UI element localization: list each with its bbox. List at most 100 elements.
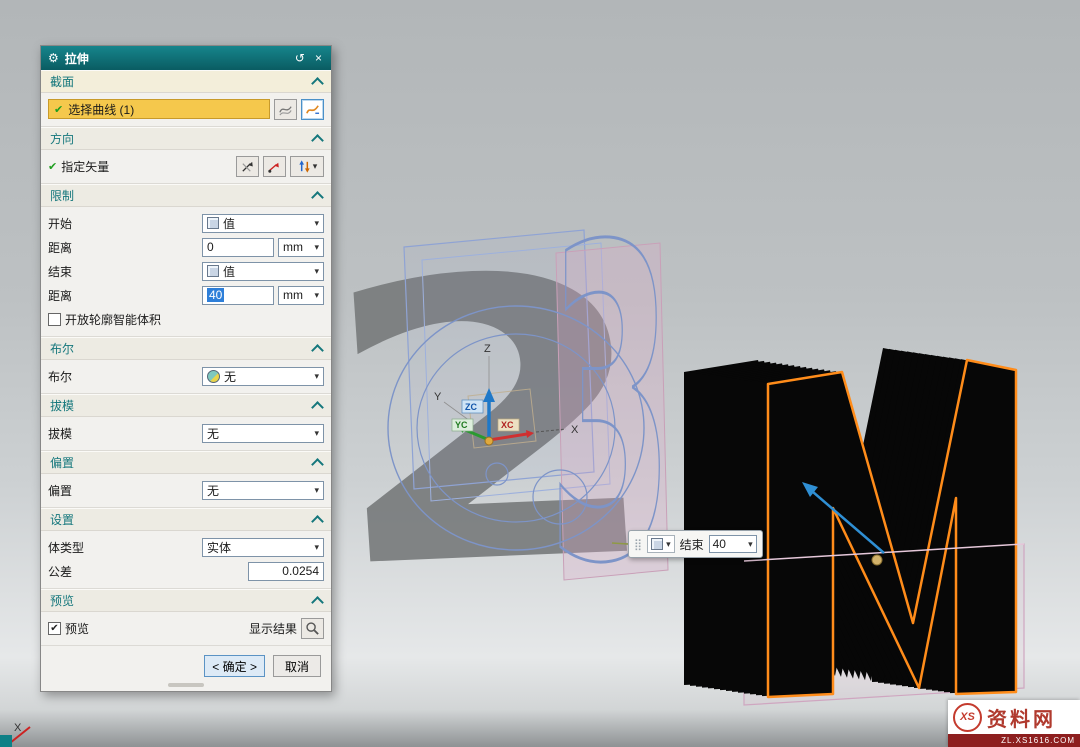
reverse-direction-icon	[297, 159, 312, 174]
boolean-group-header[interactable]: 布尔	[41, 337, 331, 360]
zc-axis-chip: ZC	[465, 402, 477, 412]
settings-group-header[interactable]: 设置	[41, 508, 331, 531]
start-label: 开始	[48, 215, 198, 232]
chevron-down-icon: ▾	[314, 290, 319, 301]
chevron-down-icon: ▾	[314, 242, 319, 253]
draft-label: 拔模	[48, 425, 198, 442]
show-result-button[interactable]	[301, 618, 324, 639]
section-group-header[interactable]: 截面	[41, 70, 331, 93]
chevron-down-icon: ▾	[314, 371, 319, 382]
end-label: 结束	[48, 263, 198, 280]
corner-teal-square	[0, 735, 12, 747]
boolean-dropdown[interactable]: 无 ▾	[202, 367, 324, 386]
curves-icon	[278, 102, 293, 117]
start-distance-input[interactable]: 0	[202, 238, 274, 257]
preview-group-header[interactable]: 预览	[41, 589, 331, 612]
chevron-up-icon	[311, 344, 324, 357]
body-type-dropdown[interactable]: 实体 ▾	[202, 538, 324, 557]
end-unit-dropdown[interactable]: mm ▾	[278, 286, 324, 305]
draft-group: 拔模 拔模 无 ▾	[41, 394, 331, 451]
z-axis-label: Z	[484, 343, 491, 355]
direction-group-header[interactable]: 方向	[41, 127, 331, 150]
gear-icon: ⚙	[48, 51, 59, 65]
chevron-down-icon: ▾	[314, 266, 319, 277]
chevron-up-icon	[311, 77, 324, 90]
boolean-group: 布尔 布尔 无 ▾	[41, 337, 331, 394]
watermark-url: ZL.XS1616.COM	[948, 734, 1080, 747]
value-mode-icon	[207, 265, 219, 277]
origin-handle[interactable]	[485, 437, 493, 445]
show-result-label: 显示结果	[249, 620, 297, 637]
chevron-down-icon: ▾	[314, 218, 319, 229]
end-label: 结束	[680, 536, 704, 553]
settings-group: 设置 体类型 实体 ▾ 公差 0.0254	[41, 508, 331, 589]
reset-icon[interactable]: ↺	[293, 51, 307, 65]
chevron-down-icon: ▾	[314, 485, 319, 496]
preview-checkbox[interactable]: ✔	[48, 622, 61, 635]
offset-dropdown[interactable]: 无 ▾	[202, 481, 324, 500]
chevron-down-icon: ▾	[748, 539, 753, 550]
value-mode-icon	[207, 217, 219, 229]
distance-drag-handle[interactable]	[872, 555, 882, 565]
offset-group: 偏置 偏置 无 ▾	[41, 451, 331, 508]
yc-axis-chip: YC	[455, 420, 468, 430]
reverse-direction-button[interactable]: ▾	[290, 156, 324, 177]
value-mode-icon	[651, 538, 663, 550]
section-group: 截面 ✔ 选择曲线 (1)	[41, 70, 331, 127]
chevron-up-icon	[311, 458, 324, 471]
curve-rule-button[interactable]	[301, 99, 324, 120]
curve-collector-button[interactable]	[274, 99, 297, 120]
magnifier-icon	[305, 621, 320, 636]
end-mode-dropdown[interactable]: ▾	[647, 535, 675, 553]
dialog-resize-handle[interactable]	[168, 683, 204, 687]
preview-label: 预览	[65, 620, 89, 637]
end-distance-onscreen-input[interactable]: 40 ▾	[709, 535, 757, 553]
limits-group: 限制 开始 值 ▾ 距离 0 mm ▾	[41, 184, 331, 337]
chevron-up-icon	[311, 596, 324, 609]
check-icon: ✔	[54, 103, 63, 116]
limits-group-header[interactable]: 限制	[41, 184, 331, 207]
offset-label: 偏置	[48, 482, 198, 499]
view-orientation-corner: X	[0, 722, 30, 747]
chevron-up-icon	[311, 515, 324, 528]
chevron-down-icon: ▾	[314, 428, 319, 439]
start-distance-label: 距离	[48, 239, 198, 256]
start-unit-dropdown[interactable]: mm ▾	[278, 238, 324, 257]
point-arrow-icon	[267, 159, 282, 174]
tolerance-input[interactable]: 0.0254	[248, 562, 324, 581]
y-axis-label: Y	[434, 391, 442, 403]
boolean-label: 布尔	[48, 368, 198, 385]
draft-group-header[interactable]: 拔模	[41, 394, 331, 417]
chevron-down-icon: ▾	[666, 539, 671, 550]
draft-dropdown[interactable]: 无 ▾	[202, 424, 324, 443]
cancel-button[interactable]: 取消	[273, 655, 321, 677]
point-dialog-button[interactable]	[263, 156, 286, 177]
preview-group: 预览 ✔ 预览 显示结果	[41, 589, 331, 646]
chevron-down-icon: ▾	[313, 161, 318, 172]
drag-grip-icon[interactable]: ⣿	[634, 538, 642, 551]
end-distance-input[interactable]: 40	[202, 286, 274, 305]
boolean-none-icon	[207, 370, 220, 383]
close-icon[interactable]: ×	[313, 51, 324, 65]
ok-button[interactable]: < 确定 >	[204, 655, 265, 677]
open-profile-label: 开放轮廓智能体积	[65, 311, 324, 328]
specify-vector-label: 指定矢量	[61, 158, 232, 175]
extrude-dialog: ⚙ 拉伸 ↺ × 截面 ✔ 选择曲线 (1)	[40, 45, 332, 692]
start-option-dropdown[interactable]: 值 ▾	[202, 214, 324, 233]
open-profile-checkbox[interactable]	[48, 313, 61, 326]
onscreen-input-toolbar[interactable]: ⣿ ▾ 结束 40 ▾	[628, 530, 763, 558]
corner-x-axis-label: X	[14, 722, 22, 734]
vector-constructor-icon	[240, 159, 255, 174]
tolerance-label: 公差	[48, 563, 244, 580]
body-type-label: 体类型	[48, 539, 198, 556]
chevron-up-icon	[311, 134, 324, 147]
xc-axis-chip: XC	[501, 420, 514, 430]
dialog-titlebar[interactable]: ⚙ 拉伸 ↺ ×	[41, 46, 331, 70]
chevron-down-icon: ▾	[314, 542, 319, 553]
vector-dialog-button[interactable]	[236, 156, 259, 177]
offset-group-header[interactable]: 偏置	[41, 451, 331, 474]
chevron-up-icon	[311, 191, 324, 204]
select-curve-field[interactable]: ✔ 选择曲线 (1)	[48, 99, 270, 119]
end-option-dropdown[interactable]: 值 ▾	[202, 262, 324, 281]
watermark: XS 资料网 ZL.XS1616.COM	[948, 700, 1080, 747]
